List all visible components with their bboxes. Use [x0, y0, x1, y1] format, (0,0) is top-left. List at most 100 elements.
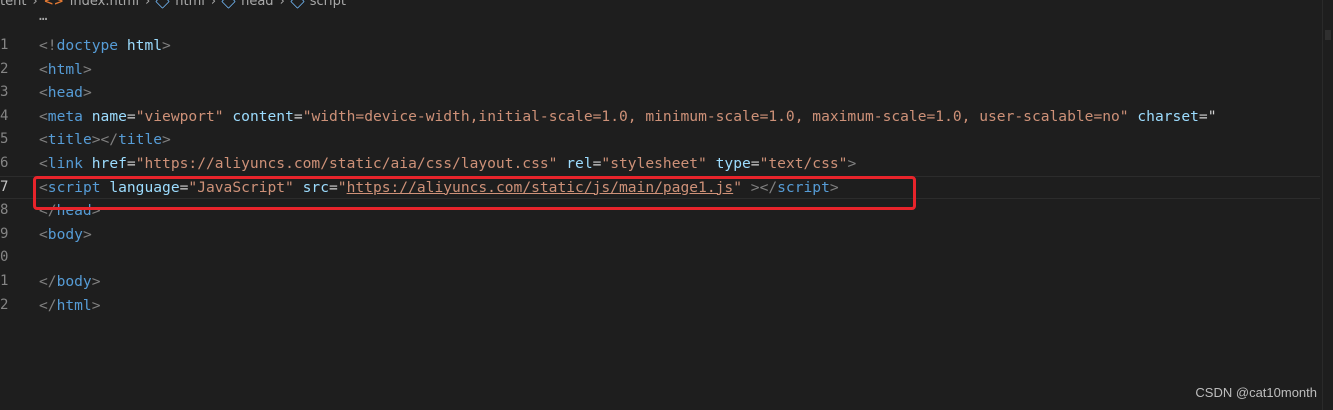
code-token: >	[91, 296, 101, 314]
symbol-cube-icon	[155, 0, 170, 9]
code-token: ></	[91, 131, 119, 149]
breadcrumb-label: head	[241, 0, 274, 9]
annotation-highlight-box	[33, 176, 916, 210]
code-token: "text/css"	[759, 155, 848, 172]
code-token: "https://aliyuncs.com/static/aia/css/lay…	[135, 155, 558, 172]
code-token: >	[162, 131, 171, 149]
symbol-cube-icon	[221, 0, 236, 9]
vertical-scrollbar[interactable]	[1322, 0, 1333, 410]
code-token: >	[82, 60, 92, 78]
symbol-cube-icon	[290, 0, 305, 9]
code-token: html	[56, 296, 92, 314]
code-token: html	[126, 37, 163, 54]
code-line[interactable]: 1 <!doctype html>	[0, 34, 1333, 57]
code-line[interactable]: 2 <html>	[0, 58, 1333, 81]
code-token: "width=device-width,initial-scale=1.0, m…	[302, 107, 1129, 125]
code-token: doctype	[56, 37, 119, 54]
watermark: CSDN @cat10month	[1195, 385, 1317, 400]
breadcrumb-label: script	[309, 0, 346, 9]
code-token: >	[82, 84, 92, 102]
code-token: href	[91, 155, 127, 172]
code-token: </	[39, 296, 57, 314]
code-token: =	[750, 155, 760, 172]
breadcrumb-item-folder[interactable]: tent	[0, 0, 26, 9]
code-token: body	[47, 225, 83, 243]
code-token: type	[715, 155, 751, 172]
editor-window: { "breadcrumb": { "items": [ {"label": "…	[0, 0, 1333, 410]
line-number: 4	[0, 107, 9, 124]
code-token: =	[126, 155, 136, 172]
code-token: >	[91, 273, 101, 290]
code-token: charset	[1137, 107, 1199, 125]
code-text[interactable]: <head>	[39, 81, 92, 104]
code-token: <	[39, 107, 48, 125]
code-token: <	[39, 155, 48, 172]
code-token: "stylesheet"	[601, 155, 707, 172]
code-token: rel	[566, 155, 593, 172]
chevron-right-icon: ›	[210, 0, 217, 9]
code-token: content	[232, 107, 294, 125]
code-token: <!	[39, 37, 57, 54]
breadcrumb-item-html[interactable]: html	[155, 0, 205, 9]
breadcrumb-item-head[interactable]: head	[221, 0, 274, 9]
code-text[interactable]: <meta name="viewport" content="width=dev…	[39, 105, 1216, 128]
breadcrumb-label: index.html	[69, 0, 140, 9]
code-line[interactable]: 3 <head>	[0, 81, 1333, 104]
code-line[interactable]: 4 <meta name="viewport" content="width=de…	[0, 105, 1333, 128]
code-token: head	[47, 84, 83, 102]
line-number: 1	[0, 37, 9, 53]
breadcrumb-item-file[interactable]: <> index.html	[44, 0, 139, 9]
line-number: 9	[0, 225, 9, 242]
code-token: <	[39, 131, 48, 149]
code-text[interactable]: <html>	[39, 58, 92, 81]
code-text[interactable]: <!doctype html>	[39, 34, 171, 57]
breadcrumb-label: tent	[0, 0, 27, 9]
code-text[interactable]: <link href="https://aliyuncs.com/static/…	[39, 152, 856, 175]
code-token: >	[847, 155, 857, 172]
code-token: <	[39, 225, 48, 243]
chevron-right-icon: ›	[32, 0, 38, 9]
breadcrumb-item-script[interactable]: script	[290, 0, 346, 9]
line-number: 0	[0, 249, 9, 266]
code-token: title	[47, 131, 92, 149]
code-text[interactable]: <title></title>	[39, 128, 171, 151]
line-number: 7	[0, 178, 9, 195]
scrollbar-thumb[interactable]	[1325, 30, 1331, 40]
line-number: 2	[0, 60, 9, 77]
code-line[interactable]: 9 <body>	[0, 223, 1333, 246]
code-token: =	[126, 107, 136, 125]
code-text[interactable]: <body>	[39, 223, 92, 246]
code-token: <	[39, 84, 48, 102]
code-token: ="	[1198, 107, 1217, 125]
breadcrumb: tent › <> index.html › html › head › scr…	[0, 0, 346, 10]
chevron-right-icon: ›	[279, 0, 285, 9]
chevron-right-icon: ›	[145, 0, 151, 9]
code-line[interactable]: 5 <title></title>	[0, 128, 1333, 151]
line-number: 6	[0, 155, 9, 171]
html-file-icon: <>	[43, 0, 64, 8]
code-line[interactable]: 1 </body>	[0, 270, 1333, 293]
code-token: name	[91, 107, 127, 125]
line-number: 3	[0, 84, 9, 101]
code-text[interactable]: </html>	[39, 294, 101, 317]
line-number: 5	[0, 131, 9, 148]
code-line[interactable]: 0	[0, 246, 1333, 269]
code-token: </	[39, 273, 57, 290]
line-number: 1	[0, 273, 9, 289]
code-token: html	[47, 60, 83, 78]
overflow-indicator[interactable]: …	[39, 8, 48, 24]
code-line[interactable]: 2 </html>	[0, 294, 1333, 317]
code-text[interactable]: </body>	[39, 270, 101, 293]
code-token: link	[47, 155, 83, 172]
code-token: title	[118, 131, 163, 149]
code-token: >	[82, 225, 92, 243]
code-token: >	[162, 37, 171, 54]
code-token: body	[56, 273, 92, 290]
code-token: "viewport"	[135, 107, 224, 125]
code-line[interactable]: 6 <link href="https://aliyuncs.com/static…	[0, 152, 1333, 175]
